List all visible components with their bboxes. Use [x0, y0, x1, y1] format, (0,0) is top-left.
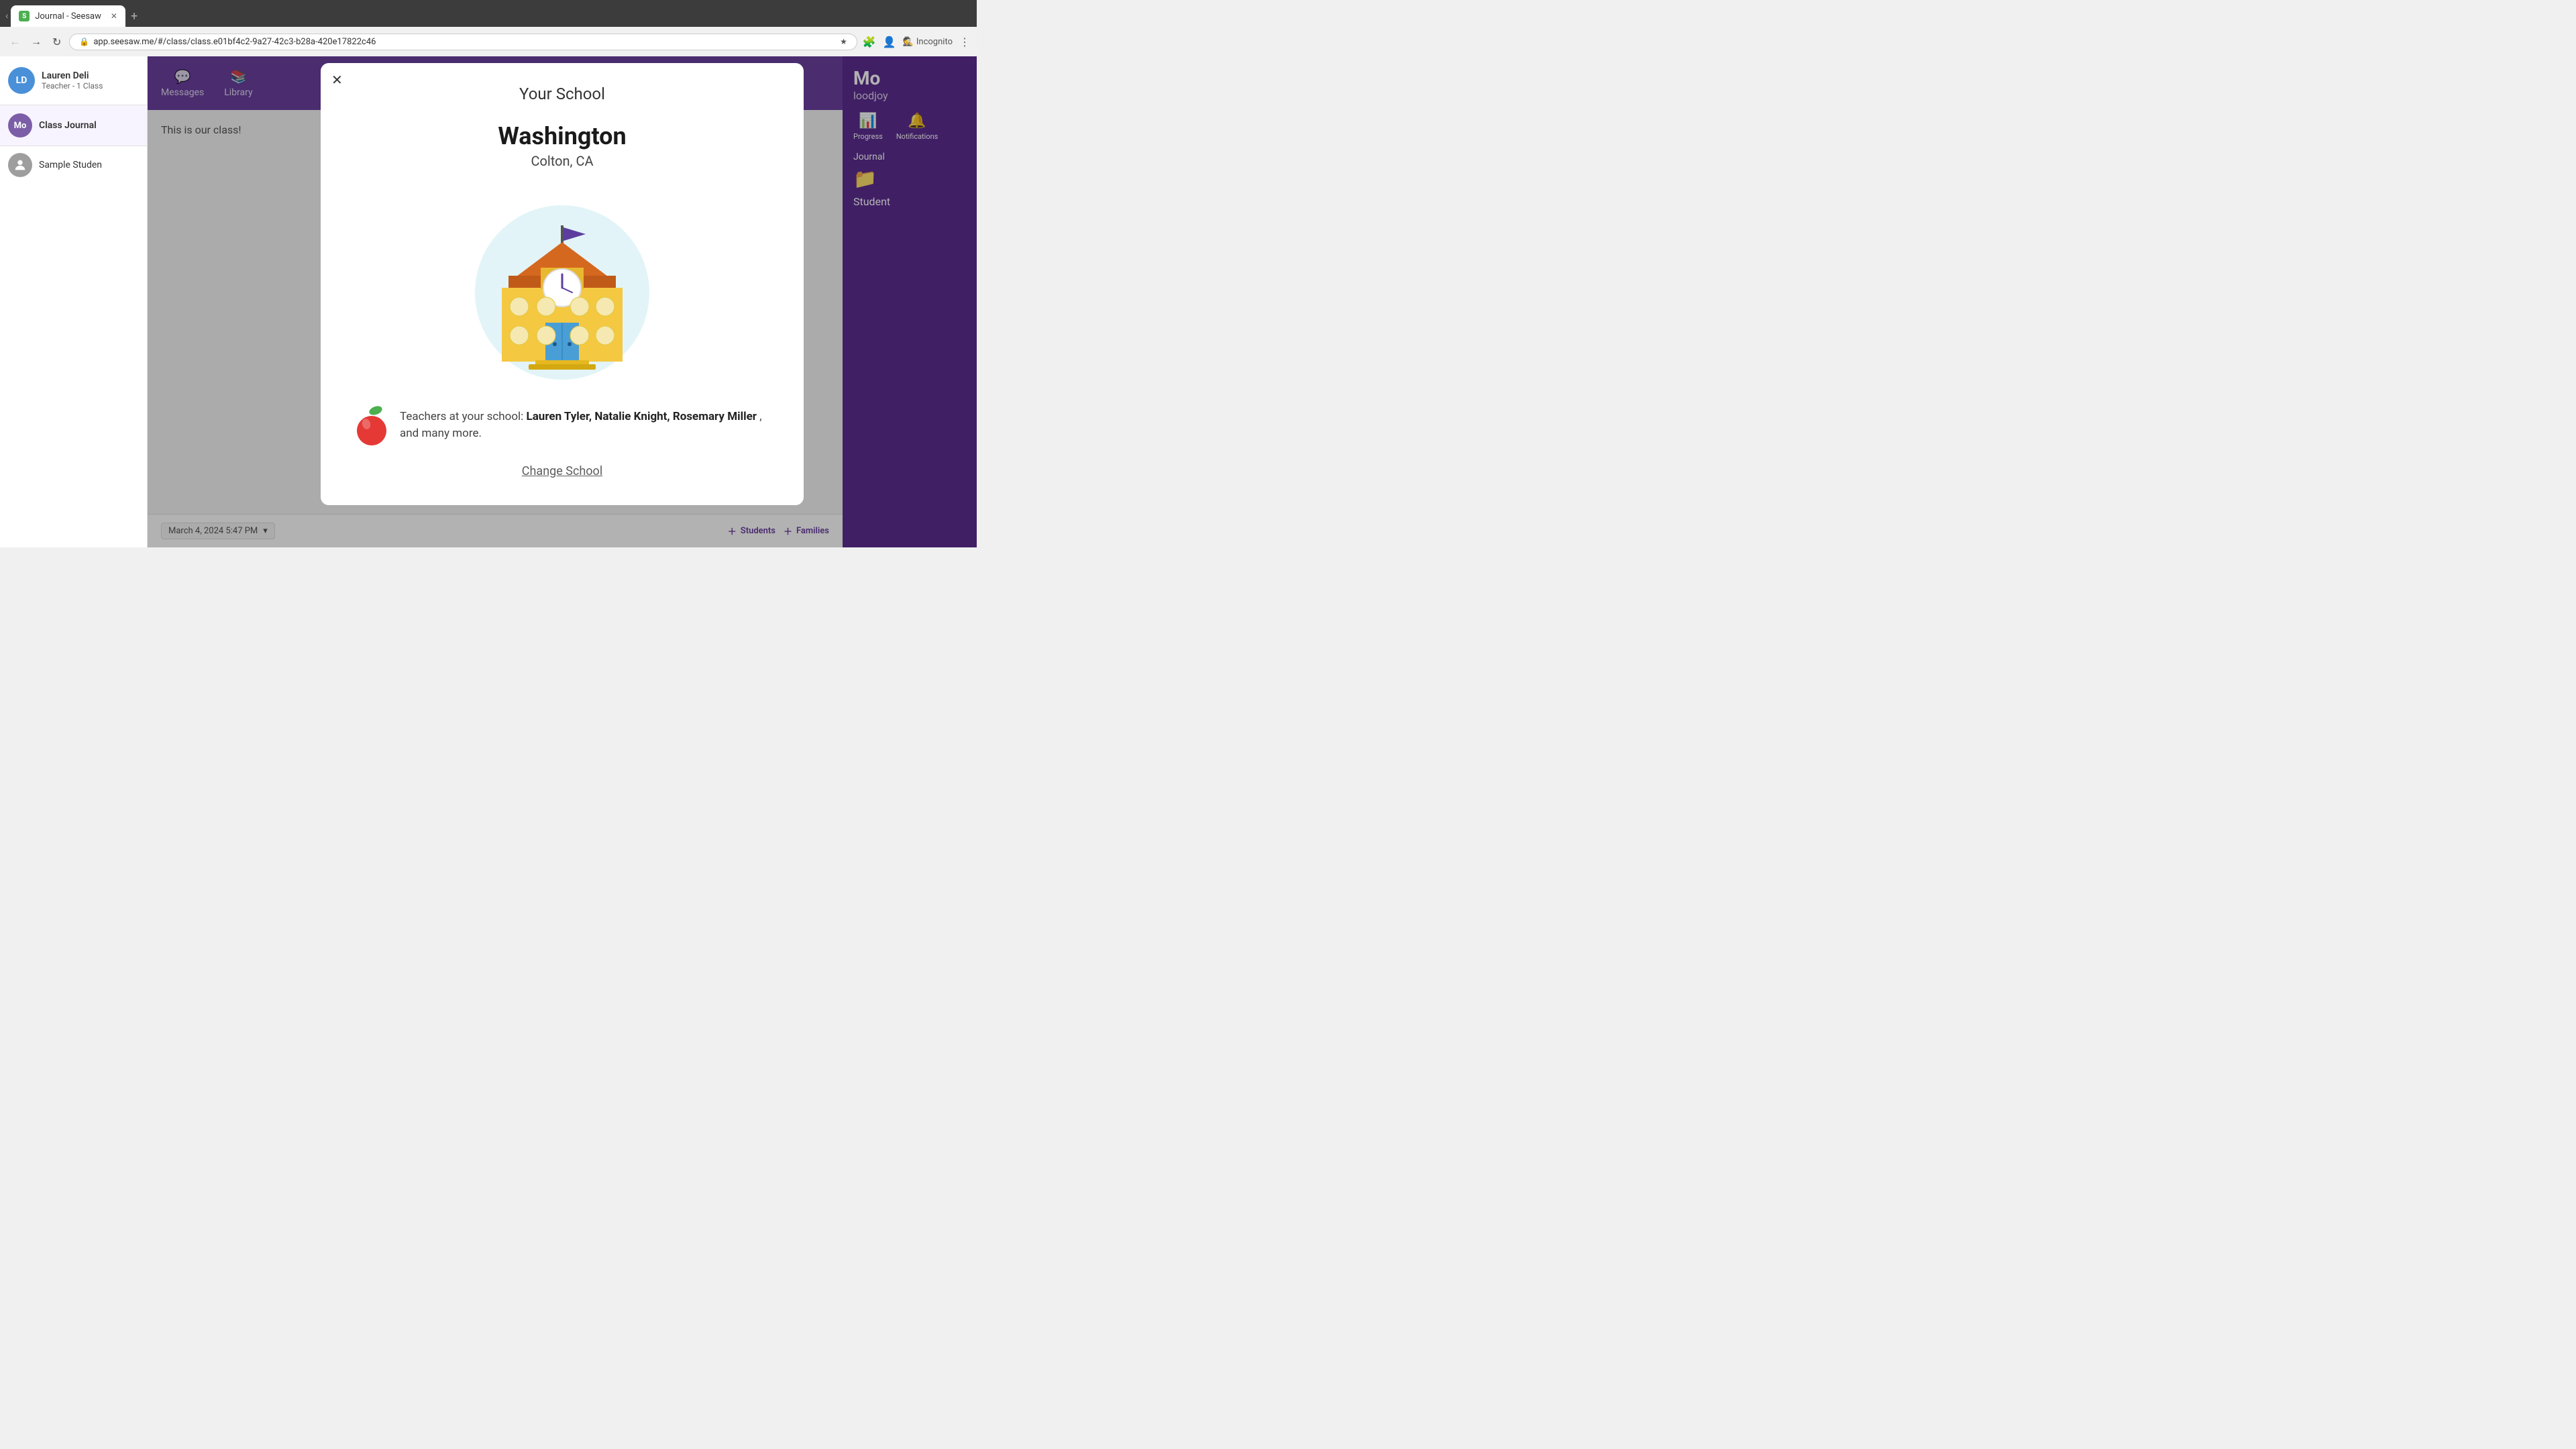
modal-title: Your School: [347, 85, 777, 103]
address-text: app.seesaw.me/#/class/class.e01bf4c2-9a2…: [93, 37, 376, 47]
browser-chrome: ‹ S Journal - Seesaw ✕ + ← → ↻ 🔒 app.see…: [0, 0, 977, 56]
main-content: 💬 Messages 📚 Library Mo loodjoy 📊 Progre…: [148, 56, 977, 547]
address-bar[interactable]: 🔒 app.seesaw.me/#/class/class.e01bf4c2-9…: [69, 34, 857, 50]
nav-actions: 🧩 👤 🕵️ Incognito ⋮: [863, 36, 970, 48]
menu-button[interactable]: ⋮: [959, 36, 970, 48]
back-button[interactable]: ←: [7, 32, 23, 51]
modal-teachers: Teachers at your school: Lauren Tyler, N…: [347, 405, 777, 445]
school-modal: ✕ Your School Washington Colton, CA: [321, 63, 804, 505]
nav-bar: ← → ↻ 🔒 app.seesaw.me/#/class/class.e01b…: [0, 27, 977, 56]
user-info: Lauren Deli Teacher - 1 Class: [42, 70, 103, 91]
sidebar-user[interactable]: LD Lauren Deli Teacher - 1 Class: [0, 56, 147, 105]
teachers-names: Lauren Tyler, Natalie Knight, Rosemary M…: [527, 410, 757, 423]
modal-overlay: ✕ Your School Washington Colton, CA: [148, 56, 977, 547]
tab-title: Journal - Seesaw: [35, 11, 101, 21]
active-tab[interactable]: S Journal - Seesaw ✕: [11, 5, 125, 27]
app-container: LD Lauren Deli Teacher - 1 Class Mo Clas…: [0, 56, 977, 547]
modal-close-button[interactable]: ✕: [331, 74, 343, 87]
student-avatar: [8, 153, 32, 177]
forward-button[interactable]: →: [28, 32, 44, 51]
extensions-button[interactable]: 🧩: [863, 36, 876, 48]
reload-button[interactable]: ↻: [50, 33, 64, 51]
sidebar-student-item[interactable]: Sample Studen: [0, 146, 147, 184]
apple-icon: [354, 405, 389, 445]
school-location: Colton, CA: [347, 153, 777, 169]
school-name: Washington: [347, 122, 777, 150]
class-avatar: Mo: [8, 113, 32, 138]
sidebar: LD Lauren Deli Teacher - 1 Class Mo Clas…: [0, 56, 148, 547]
change-school-button[interactable]: Change School: [347, 464, 777, 478]
user-role: Teacher - 1 Class: [42, 81, 103, 91]
incognito-indicator: 🕵️ Incognito: [903, 37, 953, 47]
class-name: Class Journal: [39, 120, 97, 131]
user-avatar: LD: [8, 67, 35, 94]
profile-button[interactable]: 👤: [883, 36, 896, 48]
user-name: Lauren Deli: [42, 70, 103, 81]
tab-scroll-left[interactable]: ‹: [5, 11, 8, 21]
tab-bar: ‹ S Journal - Seesaw ✕ +: [0, 0, 977, 27]
tab-close-button[interactable]: ✕: [111, 11, 117, 21]
tab-favicon: S: [19, 11, 30, 21]
student-name: Sample Studen: [39, 160, 102, 170]
school-illustration: [455, 185, 669, 386]
sidebar-class-item[interactable]: Mo Class Journal: [0, 105, 147, 146]
new-tab-button[interactable]: +: [131, 9, 138, 23]
teachers-text: Teachers at your school: Lauren Tyler, N…: [400, 409, 770, 443]
